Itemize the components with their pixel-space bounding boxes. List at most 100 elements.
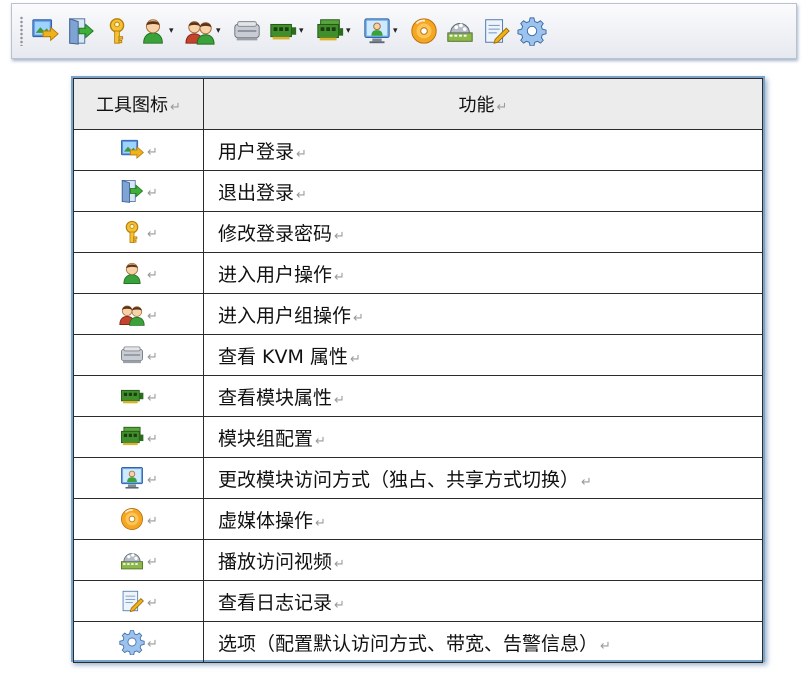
virtual-media-disc-icon — [409, 16, 439, 46]
function-text: 更改模块访问方式（独占、共享方式切换） — [218, 468, 580, 491]
function-text: 修改登录密码 — [218, 222, 333, 245]
function-cell: 退出登录 ↵ — [203, 170, 763, 212]
header-tool-icon-label: 工具图标 — [96, 95, 169, 116]
user-group-icon — [119, 301, 145, 327]
function-text: 进入用户组操作 — [218, 304, 352, 327]
table-row: ↵ 用户登录 ↵ — [73, 129, 763, 171]
user-icon — [119, 260, 145, 286]
toolbar-button-login[interactable] — [30, 11, 60, 51]
paragraph-mark: ↵ — [147, 513, 158, 529]
paragraph-mark: ↵ — [315, 515, 326, 531]
function-cell: 进入用户组操作 ↵ — [203, 293, 763, 335]
toolbar-button-user[interactable]: ▾ — [138, 11, 179, 51]
toolbar-button-settings-gear[interactable] — [517, 11, 547, 51]
toolbar-button-video-playback[interactable] — [445, 11, 475, 51]
toolbar-button-logout-door[interactable] — [66, 11, 96, 51]
logout-door-icon — [66, 16, 96, 46]
header-tool-icon: 工具图标 ↵ — [73, 78, 204, 130]
video-playback-icon — [445, 16, 475, 46]
icon-function-table-frame: 工具图标 ↵ 功能 ↵ ↵ 用户登录 ↵ ↵ 退出登录 ↵ ↵ 修改登录密码 ↵ ↵ 进入用户操作 ↵ ↵ 进… — [71, 76, 765, 663]
paragraph-mark: ↵ — [296, 146, 307, 162]
function-cell: 播放访问视频 ↵ — [203, 539, 763, 581]
paragraph-mark: ↵ — [349, 351, 361, 367]
function-cell: 选项（配置默认访问方式、带宽、告警信息） ↵ — [203, 621, 763, 663]
toolbar: ▾ ▾ ▾ ▾ ▾ — [11, 3, 797, 59]
header-function-label: 功能 — [458, 95, 495, 116]
chevron-down-icon[interactable]: ▾ — [393, 26, 403, 36]
module-icon — [268, 16, 298, 46]
paragraph-mark: ↵ — [315, 433, 326, 449]
function-cell: 模块组配置 ↵ — [203, 416, 763, 458]
table-row: ↵ 查看日志记录 ↵ — [73, 580, 763, 622]
function-cell: 用户登录 ↵ — [203, 129, 763, 171]
tool-icon-cell: ↵ — [73, 252, 204, 294]
chevron-down-icon[interactable]: ▾ — [346, 26, 356, 36]
module-icon — [119, 383, 145, 409]
paragraph-mark: ↵ — [147, 595, 158, 611]
paragraph-mark: ↵ — [600, 638, 611, 654]
virtual-media-disc-icon — [119, 506, 145, 532]
function-text: 退出登录 — [218, 181, 295, 204]
video-playback-icon — [119, 547, 145, 573]
toolbar-button-virtual-media-disc[interactable] — [409, 11, 439, 51]
toolbar-button-user-group[interactable]: ▾ — [185, 11, 226, 51]
key-icon — [119, 219, 145, 245]
table-row: ↵ 选项（配置默认访问方式、带宽、告警信息） ↵ — [73, 621, 763, 663]
paragraph-mark: ↵ — [334, 392, 345, 408]
kvm-device-icon — [119, 342, 145, 368]
paragraph-mark: ↵ — [147, 226, 158, 242]
function-cell: 查看日志记录 ↵ — [203, 580, 763, 622]
module-group-icon — [119, 424, 145, 450]
login-icon — [119, 137, 145, 163]
access-mode-icon — [119, 465, 145, 491]
tool-icon-cell: ↵ — [73, 170, 204, 212]
function-text: 用户登录 — [218, 140, 295, 163]
table-row: ↵ 查看模块属性 ↵ — [73, 375, 763, 417]
toolbar-button-access-mode[interactable]: ▾ — [362, 11, 403, 51]
paragraph-mark: ↵ — [147, 390, 158, 406]
table-row: ↵ 修改登录密码 ↵ — [73, 211, 763, 253]
paragraph-mark: ↵ — [147, 267, 158, 283]
function-text: 播放访问视频 — [218, 550, 333, 573]
function-text: 查看模块属性 — [218, 386, 333, 409]
chevron-down-icon[interactable]: ▾ — [299, 26, 309, 36]
toolbar-buttons: ▾ ▾ ▾ ▾ ▾ — [30, 11, 553, 51]
icon-function-table: 工具图标 ↵ 功能 ↵ ↵ 用户登录 ↵ ↵ 退出登录 ↵ ↵ 修改登录密码 ↵ ↵ 进入用户操作 ↵ ↵ 进… — [73, 78, 763, 663]
function-cell: 进入用户操作 ↵ — [203, 252, 763, 294]
function-text: 进入用户操作 — [218, 263, 333, 286]
function-cell: 查看 KVM 属性 ↵ — [203, 334, 763, 376]
key-icon — [102, 16, 132, 46]
paragraph-mark: ↵ — [147, 636, 158, 652]
toolbar-button-module-group[interactable]: ▾ — [315, 11, 356, 51]
paragraph-mark: ↵ — [170, 100, 181, 115]
user-group-icon — [185, 16, 215, 46]
table-row: ↵ 虚媒体操作 ↵ — [73, 498, 763, 540]
chevron-down-icon[interactable]: ▾ — [216, 26, 226, 36]
tool-icon-cell: ↵ — [73, 375, 204, 417]
paragraph-mark: ↵ — [353, 310, 364, 326]
user-icon — [138, 16, 168, 46]
table-header-row: 工具图标 ↵ 功能 ↵ — [73, 78, 763, 130]
tool-icon-cell: ↵ — [73, 416, 204, 458]
table-row: ↵ 查看 KVM 属性 ↵ — [73, 334, 763, 376]
paragraph-mark: ↵ — [147, 308, 158, 324]
tool-icon-cell: ↵ — [73, 293, 204, 335]
kvm-device-icon — [232, 16, 262, 46]
toolbar-button-module[interactable]: ▾ — [268, 11, 309, 51]
log-notepad-icon — [119, 588, 145, 614]
toolbar-button-log-notepad[interactable] — [481, 11, 511, 51]
toolbar-grip[interactable] — [20, 16, 26, 46]
paragraph-mark: ↵ — [334, 228, 345, 244]
table-row: ↵ 进入用户操作 ↵ — [73, 252, 763, 294]
tool-icon-cell: ↵ — [73, 621, 204, 663]
logout-door-icon — [119, 178, 145, 204]
toolbar-button-key[interactable] — [102, 11, 132, 51]
paragraph-mark: ↵ — [581, 474, 592, 490]
paragraph-mark: ↵ — [147, 349, 158, 365]
access-mode-icon — [362, 16, 392, 46]
chevron-down-icon[interactable]: ▾ — [169, 26, 179, 36]
function-cell: 更改模块访问方式（独占、共享方式切换） ↵ — [203, 457, 763, 499]
tool-icon-cell: ↵ — [73, 457, 204, 499]
toolbar-button-kvm-device[interactable] — [232, 11, 262, 51]
paragraph-mark: ↵ — [334, 269, 345, 285]
